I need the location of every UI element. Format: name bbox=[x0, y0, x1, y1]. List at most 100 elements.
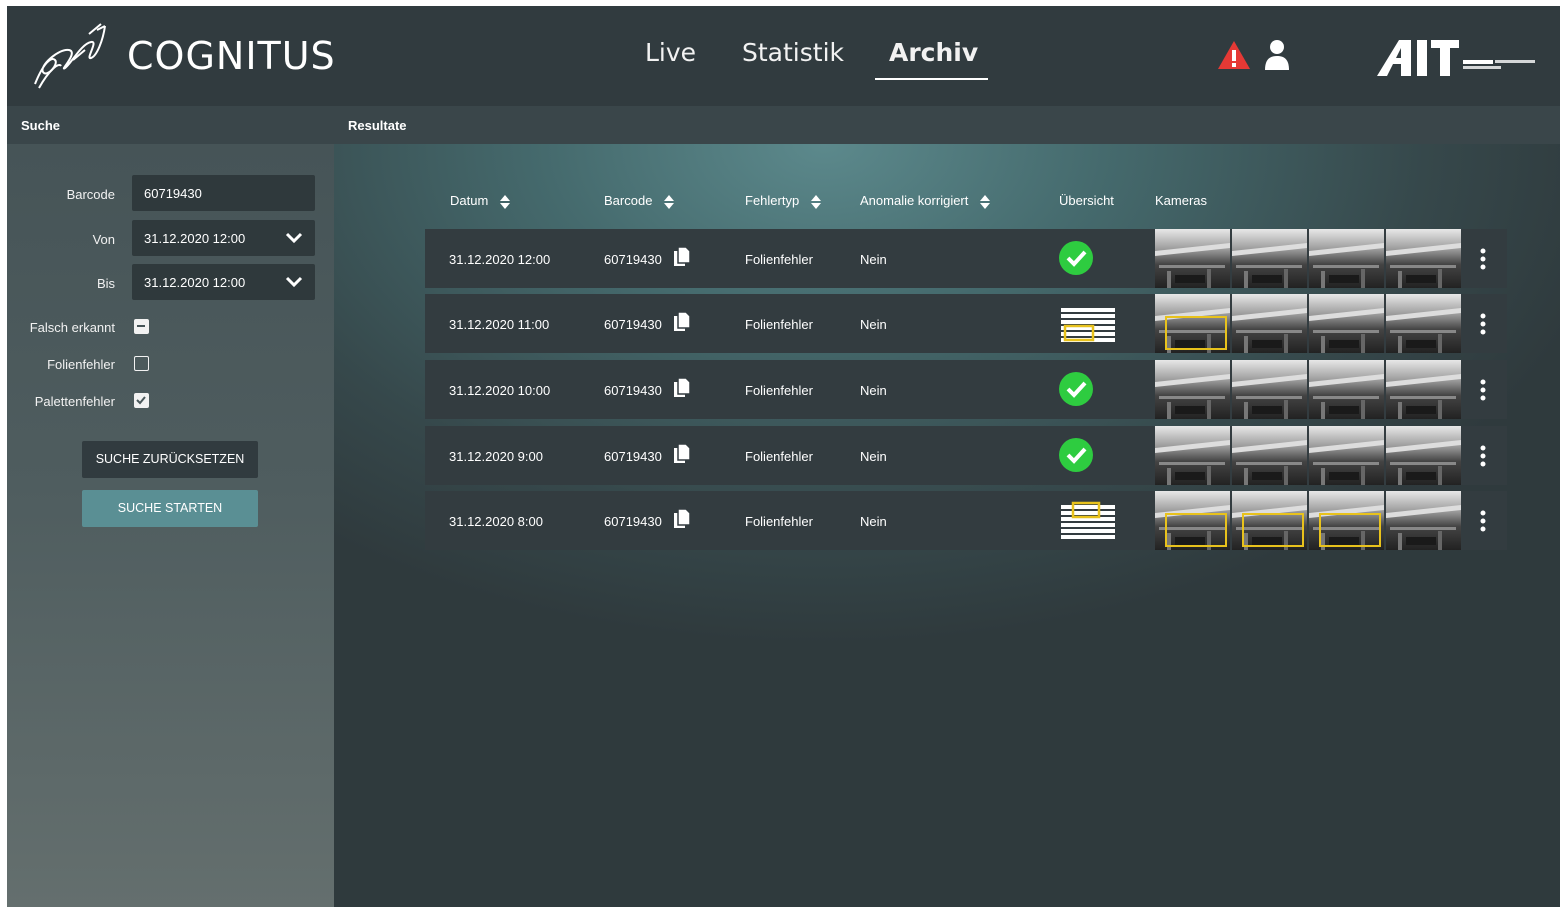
table-row[interactable]: 31.12.2020 12:00 60719430 Folienfehler Nein bbox=[425, 229, 1507, 288]
copy-icon[interactable] bbox=[674, 312, 690, 332]
camera-thumbnail[interactable] bbox=[1155, 426, 1230, 485]
column-header-barcode[interactable]: Barcode bbox=[604, 193, 675, 209]
reset-search-button[interactable]: SUCHE ZURÜCKSETZEN bbox=[82, 441, 258, 478]
camera-thumbnail[interactable] bbox=[1232, 294, 1307, 353]
pallet-overview-icon[interactable] bbox=[1059, 304, 1117, 344]
camera-image bbox=[1309, 294, 1384, 353]
cell-fehlertyp: Folienfehler bbox=[745, 449, 813, 464]
copy-icon[interactable] bbox=[674, 378, 690, 398]
camera-thumbnail[interactable] bbox=[1155, 491, 1230, 550]
sort-icon bbox=[499, 194, 510, 209]
cell-datum: 31.12.2020 8:00 bbox=[449, 514, 543, 529]
pallet-overview-icon[interactable] bbox=[1059, 501, 1117, 541]
camera-image bbox=[1309, 360, 1384, 419]
cell-barcode: 60719430 bbox=[604, 514, 662, 529]
camera-thumbnail[interactable] bbox=[1386, 360, 1461, 419]
camera-thumbnail[interactable] bbox=[1232, 229, 1307, 288]
table-row[interactable]: 31.12.2020 10:00 60719430 Folienfehler Nein bbox=[425, 360, 1507, 419]
camera-thumbnail[interactable] bbox=[1155, 229, 1230, 288]
filter-label-folienfehler: Folienfehler bbox=[47, 357, 115, 372]
cell-barcode: 60719430 bbox=[604, 383, 662, 398]
camera-thumbnail[interactable] bbox=[1309, 294, 1384, 353]
nav-statistik[interactable]: Statistik bbox=[742, 38, 844, 67]
from-date-select[interactable]: 31.12.2020 12:00 bbox=[132, 220, 315, 256]
cell-fehlertyp: Folienfehler bbox=[745, 514, 813, 529]
sort-icon bbox=[664, 194, 675, 209]
camera-thumbnail[interactable] bbox=[1309, 360, 1384, 419]
app-title: COGNITUS bbox=[127, 34, 336, 78]
column-header-datum[interactable]: Datum bbox=[450, 193, 510, 209]
sort-icon bbox=[980, 194, 990, 209]
nav-archiv[interactable]: Archiv bbox=[889, 38, 978, 67]
more-vertical-icon[interactable] bbox=[1479, 445, 1487, 467]
camera-strip bbox=[1155, 360, 1461, 419]
camera-thumbnail[interactable] bbox=[1386, 294, 1461, 353]
camera-strip bbox=[1155, 294, 1461, 353]
to-label: Bis bbox=[96, 276, 115, 291]
search-panel-header: Suche bbox=[7, 106, 334, 144]
camera-image bbox=[1309, 229, 1384, 288]
defect-marker bbox=[1165, 513, 1227, 547]
filter-label-palettenfehler: Palettenfehler bbox=[34, 394, 115, 409]
table-row[interactable]: 31.12.2020 11:00 60719430 Folienfehler Nein bbox=[425, 294, 1507, 353]
camera-thumbnail[interactable] bbox=[1309, 491, 1384, 550]
camera-thumbnail[interactable] bbox=[1386, 229, 1461, 288]
nav-live[interactable]: Live bbox=[645, 38, 696, 67]
start-search-button[interactable]: SUCHE STARTEN bbox=[82, 490, 258, 527]
camera-image bbox=[1155, 426, 1230, 485]
check-ok-icon[interactable] bbox=[1059, 438, 1093, 472]
camera-image bbox=[1386, 294, 1461, 353]
filter-checkbox-folienfehler[interactable] bbox=[134, 356, 149, 371]
camera-image bbox=[1232, 426, 1307, 485]
indeterminate-icon bbox=[137, 325, 145, 327]
camera-thumbnail[interactable] bbox=[1309, 426, 1384, 485]
table-row[interactable]: 31.12.2020 8:00 60719430 Folienfehler Nein bbox=[425, 491, 1507, 550]
barcode-input[interactable]: 60719430 bbox=[132, 175, 315, 211]
alert-triangle-icon[interactable] bbox=[1217, 40, 1251, 70]
camera-image bbox=[1155, 360, 1230, 419]
checkmark-icon bbox=[136, 396, 146, 405]
table-row[interactable]: 31.12.2020 9:00 60719430 Folienfehler Nein bbox=[425, 426, 1507, 485]
camera-image bbox=[1232, 229, 1307, 288]
more-vertical-icon[interactable] bbox=[1479, 379, 1487, 401]
camera-strip bbox=[1155, 229, 1461, 288]
cell-datum: 31.12.2020 9:00 bbox=[449, 449, 543, 464]
cognitus-logo-icon bbox=[34, 23, 106, 89]
more-vertical-icon[interactable] bbox=[1479, 248, 1487, 270]
column-header-anomalie[interactable]: Anomalie korrigiert bbox=[860, 193, 990, 209]
copy-icon[interactable] bbox=[674, 509, 690, 529]
camera-thumbnail[interactable] bbox=[1155, 294, 1230, 353]
copy-icon[interactable] bbox=[674, 444, 690, 464]
camera-thumbnail[interactable] bbox=[1386, 426, 1461, 485]
camera-thumbnail[interactable] bbox=[1232, 360, 1307, 419]
column-header-fehlertyp[interactable]: Fehlertyp bbox=[745, 193, 821, 209]
more-vertical-icon[interactable] bbox=[1479, 313, 1487, 335]
camera-thumbnail[interactable] bbox=[1232, 491, 1307, 550]
more-vertical-icon[interactable] bbox=[1479, 510, 1487, 532]
camera-thumbnail[interactable] bbox=[1232, 426, 1307, 485]
copy-icon[interactable] bbox=[674, 247, 690, 267]
cell-anomalie: Nein bbox=[860, 317, 887, 332]
cell-anomalie: Nein bbox=[860, 383, 887, 398]
column-header-kameras: Kameras bbox=[1155, 193, 1208, 208]
filter-checkbox-falsch-erkannt[interactable] bbox=[134, 319, 149, 334]
sort-icon bbox=[810, 194, 821, 209]
user-icon[interactable] bbox=[1264, 39, 1290, 71]
camera-thumbnail[interactable] bbox=[1386, 491, 1461, 550]
camera-image bbox=[1386, 426, 1461, 485]
camera-thumbnail[interactable] bbox=[1309, 229, 1384, 288]
column-header-datum-label: Datum bbox=[450, 193, 489, 208]
cell-anomalie: Nein bbox=[860, 514, 887, 529]
to-date-value: 31.12.2020 12:00 bbox=[144, 275, 246, 290]
check-ok-icon[interactable] bbox=[1059, 372, 1093, 406]
filter-checkbox-palettenfehler[interactable] bbox=[134, 393, 149, 408]
cell-datum: 31.12.2020 11:00 bbox=[449, 317, 550, 332]
camera-image bbox=[1155, 229, 1230, 288]
cell-barcode: 60719430 bbox=[604, 449, 662, 464]
top-bar: COGNITUS Live Statistik Archiv bbox=[7, 6, 1560, 106]
camera-thumbnail[interactable] bbox=[1155, 360, 1230, 419]
to-date-select[interactable]: 31.12.2020 12:00 bbox=[132, 264, 315, 300]
camera-image bbox=[1309, 426, 1384, 485]
check-ok-icon[interactable] bbox=[1059, 241, 1093, 275]
column-header-fehlertyp-label: Fehlertyp bbox=[745, 193, 800, 208]
